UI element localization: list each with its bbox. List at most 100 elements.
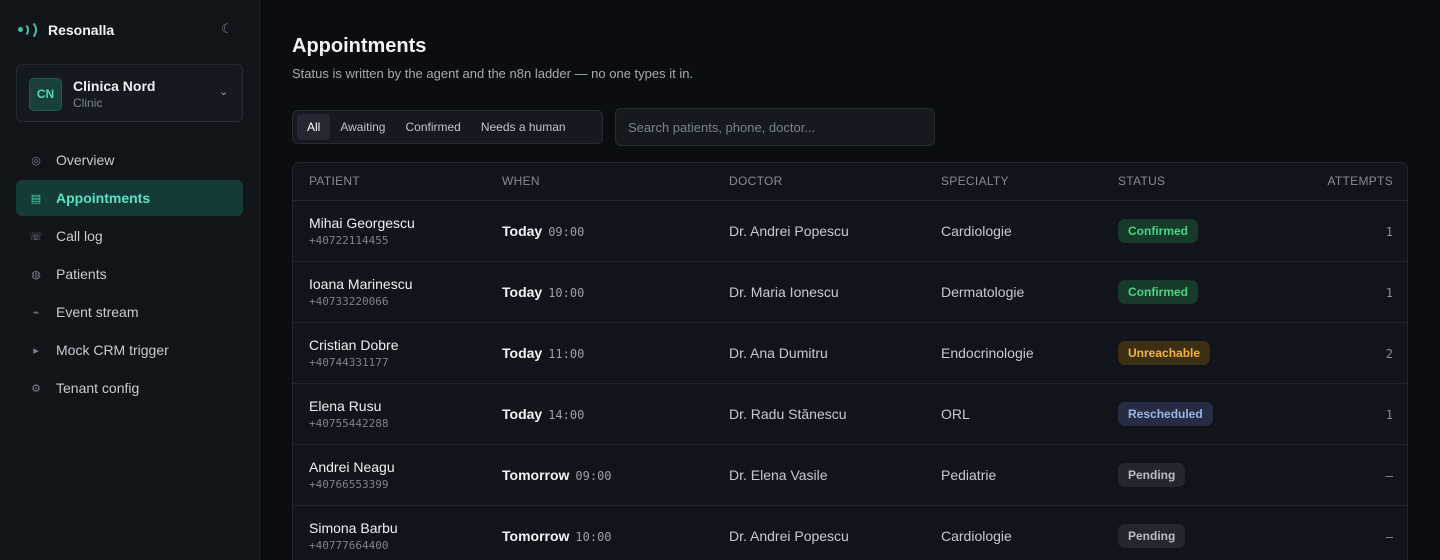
appointment-day: Tomorrow <box>502 466 570 483</box>
column-header-when[interactable]: WHEN <box>502 163 729 201</box>
column-header-attempts[interactable]: ATTEMPTS <box>1258 163 1407 201</box>
patient-phone: +40755442288 <box>309 416 389 430</box>
sidebar-item-label: Patients <box>56 266 107 282</box>
call-log-icon: ☏ <box>29 230 43 243</box>
doctor-cell: Dr. Elena Vasile <box>729 444 941 506</box>
appointment-time: 10:00 <box>548 285 585 300</box>
attempts-cell: 2 <box>1258 322 1407 384</box>
status-cell: Confirmed <box>1118 200 1258 262</box>
moon-icon[interactable]: ☾ <box>220 21 234 37</box>
sidebar-item-appointments[interactable]: ▤ Appointments <box>16 180 243 216</box>
play-icon: ▸ <box>33 344 39 357</box>
search-input[interactable] <box>615 108 935 146</box>
status-cell: Unreachable <box>1118 322 1258 384</box>
column-header-patient[interactable]: PATIENT <box>293 163 502 201</box>
specialty-cell: ORL <box>941 383 1118 445</box>
appointment-day: Today <box>502 222 543 239</box>
page-title: Appointments <box>292 35 427 57</box>
patient-name[interactable]: Ioana Marinescu <box>309 276 502 292</box>
when-cell: Today 14:00 <box>502 383 729 445</box>
filter-tab-needs-a-human[interactable]: Needs a human <box>471 114 576 140</box>
doctor-cell: Dr. Ana Dumitru <box>729 322 941 384</box>
attempts-count: – <box>1385 529 1393 544</box>
attempts-cell: – <box>1258 505 1407 560</box>
gear-icon: ⚙ <box>31 382 41 395</box>
patient-phone: +40744331177 <box>309 355 389 369</box>
filter-tab-all[interactable]: All <box>297 114 331 140</box>
attempts-cell: 1 <box>1258 261 1407 323</box>
attempts-cell: 1 <box>1258 383 1407 445</box>
appointment-time: 09:00 <box>548 224 585 239</box>
when-cell: Today 09:00 <box>502 200 729 262</box>
sidebar-item-call-log[interactable]: ☏ Call log <box>16 218 243 254</box>
status-cell: Pending <box>1118 505 1258 560</box>
column-header-doctor[interactable]: DOCTOR <box>729 163 941 201</box>
attempts-count: 1 <box>1385 285 1393 300</box>
when-cell: Tomorrow 09:00 <box>502 444 729 506</box>
patient-cell: Simona Barbu +40777664400 <box>293 505 502 560</box>
attempts-count: 1 <box>1385 224 1393 239</box>
sidebar-item-mock-crm-trigger[interactable]: ▸ Mock CRM trigger <box>16 332 243 368</box>
appointment-day: Today <box>502 344 543 361</box>
page-subtitle: Status is written by the agent and the n… <box>292 66 694 81</box>
appointment-time: 14:00 <box>548 407 585 422</box>
patient-name[interactable]: Simona Barbu <box>309 520 502 536</box>
doctor-cell: Dr. Andrei Popescu <box>729 200 941 262</box>
event-stream-icon: ⌁ <box>32 306 40 319</box>
sidebar-item-event-stream[interactable]: ⌁ Event stream <box>16 294 243 330</box>
table-row[interactable]: Cristian Dobre +40744331177 Today 11:00 Dr. … <box>293 322 1407 384</box>
patient-cell: Elena Rusu +40755442288 <box>293 383 502 445</box>
sidebar-item-overview[interactable]: ◎ Overview <box>16 142 243 178</box>
table-row[interactable]: Simona Barbu +40777664400 Tomorrow 10:00 Dr.… <box>293 505 1407 560</box>
sidebar-item-tenant-config[interactable]: ⚙ Tenant config <box>16 370 243 406</box>
patient-name[interactable]: Elena Rusu <box>309 398 502 414</box>
signal-icon <box>18 20 40 40</box>
sidebar-item-label: Tenant config <box>56 380 140 396</box>
appointment-day: Today <box>502 283 543 300</box>
brand[interactable]: Resonalla <box>18 20 114 40</box>
specialty-cell: Cardiologie <box>941 200 1118 262</box>
attempts-count: 1 <box>1385 407 1393 422</box>
table-row[interactable]: Mihai Georgescu +40722114455 Today 09:00 Dr.… <box>293 200 1407 262</box>
status-badge: Rescheduled <box>1118 401 1213 426</box>
attempts-cell: 1 <box>1258 200 1407 262</box>
doctor-cell: Dr. Radu Stănescu <box>729 383 941 445</box>
table-row[interactable]: Andrei Neagu +40766553399 Tomorrow 09:00 Dr.… <box>293 444 1407 506</box>
patient-phone: +40722114455 <box>309 233 389 247</box>
overview-icon: ◎ <box>31 154 41 167</box>
when-cell: Tomorrow 10:00 <box>502 505 729 560</box>
tenant-avatar: CN <box>29 78 62 111</box>
column-header-status[interactable]: STATUS <box>1118 163 1258 201</box>
filter-tab-confirmed[interactable]: Confirmed <box>395 114 470 140</box>
appointment-day: Tomorrow <box>502 527 570 544</box>
appointments-table: PATIENT WHEN DOCTOR SPECIALTY STATUS ATTEMPTS… <box>292 162 1408 560</box>
patient-name[interactable]: Mihai Georgescu <box>309 215 502 231</box>
status-cell: Pending <box>1118 444 1258 506</box>
status-badge: Confirmed <box>1118 218 1198 243</box>
when-cell: Today 11:00 <box>502 322 729 384</box>
patient-name[interactable]: Cristian Dobre <box>309 337 502 353</box>
filter-tab-awaiting[interactable]: Awaiting <box>330 114 395 140</box>
sidebar-item-label: Mock CRM trigger <box>56 342 169 358</box>
status-badge: Unreachable <box>1118 340 1211 365</box>
tenant-switcher[interactable]: CN Clinica Nord Clinic ⌄ <box>16 64 243 122</box>
patient-cell: Ioana Marinescu +40733220066 <box>293 261 502 323</box>
appointment-time: 11:00 <box>548 346 585 361</box>
patient-cell: Mihai Georgescu +40722114455 <box>293 200 502 262</box>
patients-icon: ◍ <box>31 268 41 281</box>
column-header-specialty[interactable]: SPECIALTY <box>941 163 1118 201</box>
table-row[interactable]: Ioana Marinescu +40733220066 Today 10:00 Dr.… <box>293 261 1407 323</box>
patient-cell: Andrei Neagu +40766553399 <box>293 444 502 506</box>
appointment-time: 10:00 <box>575 529 612 544</box>
when-cell: Today 10:00 <box>502 261 729 323</box>
appointment-time: 09:00 <box>575 468 612 483</box>
specialty-cell: Pediatrie <box>941 444 1118 506</box>
sidebar-item-patients[interactable]: ◍ Patients <box>16 256 243 292</box>
patient-name[interactable]: Andrei Neagu <box>309 459 502 475</box>
table-row[interactable]: Elena Rusu +40755442288 Today 14:00 Dr. Radu… <box>293 383 1407 445</box>
patient-phone: +40733220066 <box>309 294 389 308</box>
doctor-cell: Dr. Andrei Popescu <box>729 505 941 560</box>
attempts-count: 2 <box>1385 346 1393 361</box>
status-cell: Rescheduled <box>1118 383 1258 445</box>
status-filter-tabs: All Awaiting Confirmed Needs a human <box>292 110 603 144</box>
